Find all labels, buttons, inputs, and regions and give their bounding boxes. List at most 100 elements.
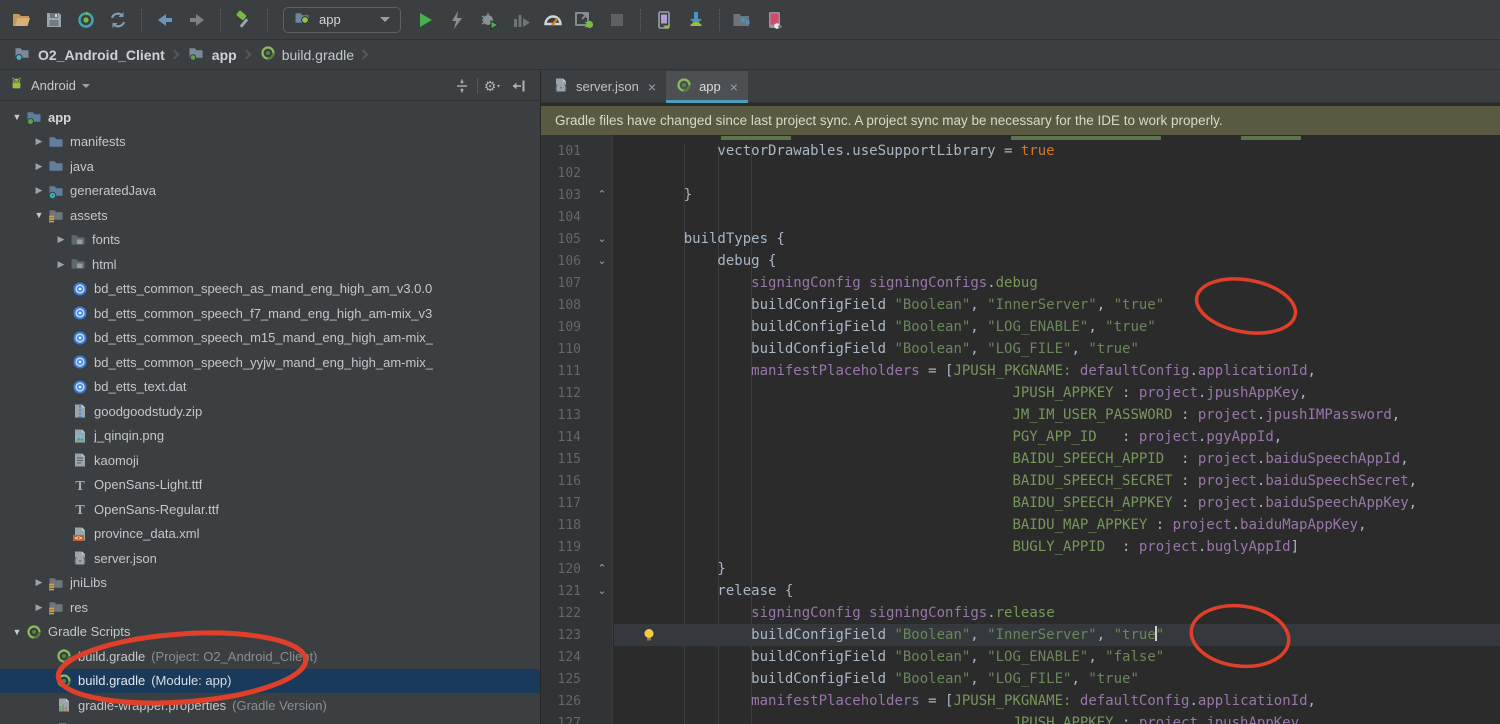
device-file-explorer-icon[interactable] bbox=[759, 6, 791, 34]
collapsed-arrow-icon[interactable]: ▶ bbox=[52, 234, 70, 245]
code-line-108[interactable]: 108 buildConfigField "Boolean", "InnerSe… bbox=[541, 294, 1500, 316]
line-number[interactable]: 109 bbox=[541, 317, 581, 339]
save-all-icon[interactable] bbox=[38, 6, 70, 34]
chevron-down-icon[interactable] bbox=[81, 83, 90, 88]
code-line-126[interactable]: 126 manifestPlaceholders = [JPUSH_PKGNAM… bbox=[541, 690, 1500, 712]
line-number[interactable]: 106 bbox=[541, 251, 581, 273]
line-number[interactable]: 111 bbox=[541, 361, 581, 383]
line-number[interactable]: 124 bbox=[541, 647, 581, 669]
tree-item-opensans-light-ttf[interactable]: T OpenSans-Light.ttf bbox=[0, 473, 540, 498]
line-number[interactable]: 120 bbox=[541, 559, 581, 581]
tree-item-manifests[interactable]: ▶ manifests bbox=[0, 130, 540, 155]
code-line-103[interactable]: 103 ⌃ } bbox=[541, 184, 1500, 206]
code-line-125[interactable]: 125 buildConfigField "Boolean", "LOG_FIL… bbox=[541, 668, 1500, 690]
tree-item-bd-etts-common-speech-f7-mand-eng-high-am-mix-v3[interactable]: bd_etts_common_speech_f7_mand_eng_high_a… bbox=[0, 301, 540, 326]
line-number[interactable]: 121 bbox=[541, 581, 581, 603]
code-line-106[interactable]: 106 ⌄ debug { bbox=[541, 250, 1500, 272]
line-number[interactable]: 116 bbox=[541, 471, 581, 493]
tree-item-partial[interactable] bbox=[0, 718, 540, 724]
tree-item-bd-etts-text-dat[interactable]: bd_etts_text.dat bbox=[0, 375, 540, 400]
apply-changes-icon[interactable] bbox=[441, 6, 473, 34]
tree-item-j-qinqin-png[interactable]: j_qinqin.png bbox=[0, 424, 540, 449]
line-number[interactable]: 123 bbox=[541, 625, 581, 647]
tree-item-server-json[interactable]: {·} server.json bbox=[0, 546, 540, 571]
line-number[interactable]: 125 bbox=[541, 669, 581, 691]
line-number[interactable]: 114 bbox=[541, 427, 581, 449]
code-line-112[interactable]: 112 JPUSH_APPKEY : project.jpushAppKey, bbox=[541, 382, 1500, 404]
forward-icon[interactable] bbox=[181, 6, 213, 34]
line-number[interactable]: 113 bbox=[541, 405, 581, 427]
breadcrumb-file[interactable]: build.gradle bbox=[256, 45, 358, 64]
line-number[interactable]: 103 bbox=[541, 185, 581, 207]
line-number[interactable]: 110 bbox=[541, 339, 581, 361]
tree-item-fonts[interactable]: ▶ fonts bbox=[0, 228, 540, 253]
tree-item-java[interactable]: ▶ java bbox=[0, 154, 540, 179]
tree-item-bd-etts-common-speech-m15-mand-eng-high-am-mix-[interactable]: bd_etts_common_speech_m15_mand_eng_high_… bbox=[0, 326, 540, 351]
expanded-arrow-icon[interactable]: ▼ bbox=[30, 210, 48, 220]
fold-marker-icon[interactable]: ⌄ bbox=[593, 250, 611, 272]
code-line-107[interactable]: 107 signingConfig signingConfigs.debug bbox=[541, 272, 1500, 294]
close-icon[interactable]: × bbox=[730, 79, 738, 95]
breadcrumb-module[interactable]: app bbox=[184, 45, 241, 64]
profiler-gauge-icon[interactable] bbox=[537, 6, 569, 34]
profile-icon[interactable] bbox=[505, 6, 537, 34]
expanded-arrow-icon[interactable]: ▼ bbox=[8, 627, 26, 637]
tree-item-build-gradle[interactable]: build.gradle (Project: O2_Android_Client) bbox=[0, 644, 540, 669]
line-number[interactable]: 115 bbox=[541, 449, 581, 471]
code-editor[interactable]: 101 vectorDrawables.useSupportLibrary = … bbox=[541, 135, 1500, 724]
open-icon[interactable] bbox=[6, 6, 38, 34]
project-view-selector[interactable]: Android bbox=[31, 78, 76, 93]
debug-icon[interactable] bbox=[473, 6, 505, 34]
avd-manager-icon[interactable] bbox=[648, 6, 680, 34]
close-icon[interactable]: × bbox=[648, 79, 656, 95]
fold-marker-icon[interactable]: ⌄ bbox=[593, 228, 611, 250]
collapsed-arrow-icon[interactable]: ▶ bbox=[30, 136, 48, 147]
line-number[interactable]: 127 bbox=[541, 713, 581, 724]
tree-item-opensans-regular-ttf[interactable]: T OpenSans-Regular.ttf bbox=[0, 497, 540, 522]
code-line-127[interactable]: 127 JPUSH_APPKEY : project.jpushAppKey, bbox=[541, 712, 1500, 724]
line-number[interactable]: 122 bbox=[541, 603, 581, 625]
code-line-111[interactable]: 111 manifestPlaceholders = [JPUSH_PKGNAM… bbox=[541, 360, 1500, 382]
tree-item-gradle-scripts[interactable]: ▼ Gradle Scripts bbox=[0, 620, 540, 645]
tree-item-kaomoji[interactable]: kaomoji bbox=[0, 448, 540, 473]
line-number[interactable]: 101 bbox=[541, 141, 581, 163]
code-line-109[interactable]: 109 buildConfigField "Boolean", "LOG_ENA… bbox=[541, 316, 1500, 338]
tree-item-province-data-xml[interactable]: <> province_data.xml bbox=[0, 522, 540, 547]
code-line-116[interactable]: 116 BAIDU_SPEECH_SECRET : project.baiduS… bbox=[541, 470, 1500, 492]
line-number[interactable]: 117 bbox=[541, 493, 581, 515]
line-number[interactable]: 107 bbox=[541, 273, 581, 295]
line-number[interactable]: 118 bbox=[541, 515, 581, 537]
settings-gear-icon[interactable]: ⚙ bbox=[480, 74, 506, 98]
line-number[interactable]: 102 bbox=[541, 163, 581, 185]
breadcrumb-project[interactable]: O2_Android_Client bbox=[10, 45, 169, 64]
code-line-121[interactable]: 121 ⌄ release { bbox=[541, 580, 1500, 602]
line-number[interactable]: 126 bbox=[541, 691, 581, 713]
code-line-113[interactable]: 113 JM_IM_USER_PASSWORD : project.jpushI… bbox=[541, 404, 1500, 426]
attach-debugger-icon[interactable] bbox=[569, 6, 601, 34]
code-line-105[interactable]: 105 ⌄ buildTypes { bbox=[541, 228, 1500, 250]
fold-marker-icon[interactable]: ⌄ bbox=[593, 580, 611, 602]
build-hammer-icon[interactable] bbox=[228, 6, 260, 34]
code-line-104[interactable]: 104 bbox=[541, 206, 1500, 228]
collapsed-arrow-icon[interactable]: ▶ bbox=[30, 185, 48, 196]
code-line-101[interactable]: 101 vectorDrawables.useSupportLibrary = … bbox=[541, 140, 1500, 162]
line-number[interactable]: 104 bbox=[541, 207, 581, 229]
gradle-sync-icon[interactable] bbox=[70, 6, 102, 34]
code-line-124[interactable]: 124 buildConfigField "Boolean", "LOG_ENA… bbox=[541, 646, 1500, 668]
run-configuration-select[interactable]: app bbox=[283, 6, 401, 33]
intention-bulb-icon[interactable] bbox=[641, 627, 657, 643]
collapsed-arrow-icon[interactable]: ▶ bbox=[30, 577, 48, 588]
expanded-arrow-icon[interactable]: ▼ bbox=[8, 112, 26, 122]
back-icon[interactable] bbox=[149, 6, 181, 34]
line-number[interactable]: 105 bbox=[541, 229, 581, 251]
code-line-110[interactable]: 110 buildConfigField "Boolean", "LOG_FIL… bbox=[541, 338, 1500, 360]
tree-item-bd-etts-common-speech-yyjw-mand-eng-high-am-mix-[interactable]: bd_etts_common_speech_yyjw_mand_eng_high… bbox=[0, 350, 540, 375]
code-line-117[interactable]: 117 BAIDU_SPEECH_APPKEY : project.baiduS… bbox=[541, 492, 1500, 514]
line-number[interactable]: 112 bbox=[541, 383, 581, 405]
refresh-icon[interactable] bbox=[102, 6, 134, 34]
tree-item-generatedjava[interactable]: ▶ generatedJava bbox=[0, 179, 540, 204]
collapsed-arrow-icon[interactable]: ▶ bbox=[52, 259, 70, 270]
code-line-119[interactable]: 119 BUGLY_APPID : project.buglyAppId] bbox=[541, 536, 1500, 558]
sdk-manager-icon[interactable] bbox=[680, 6, 712, 34]
tree-item-app[interactable]: ▼ app bbox=[0, 105, 540, 130]
